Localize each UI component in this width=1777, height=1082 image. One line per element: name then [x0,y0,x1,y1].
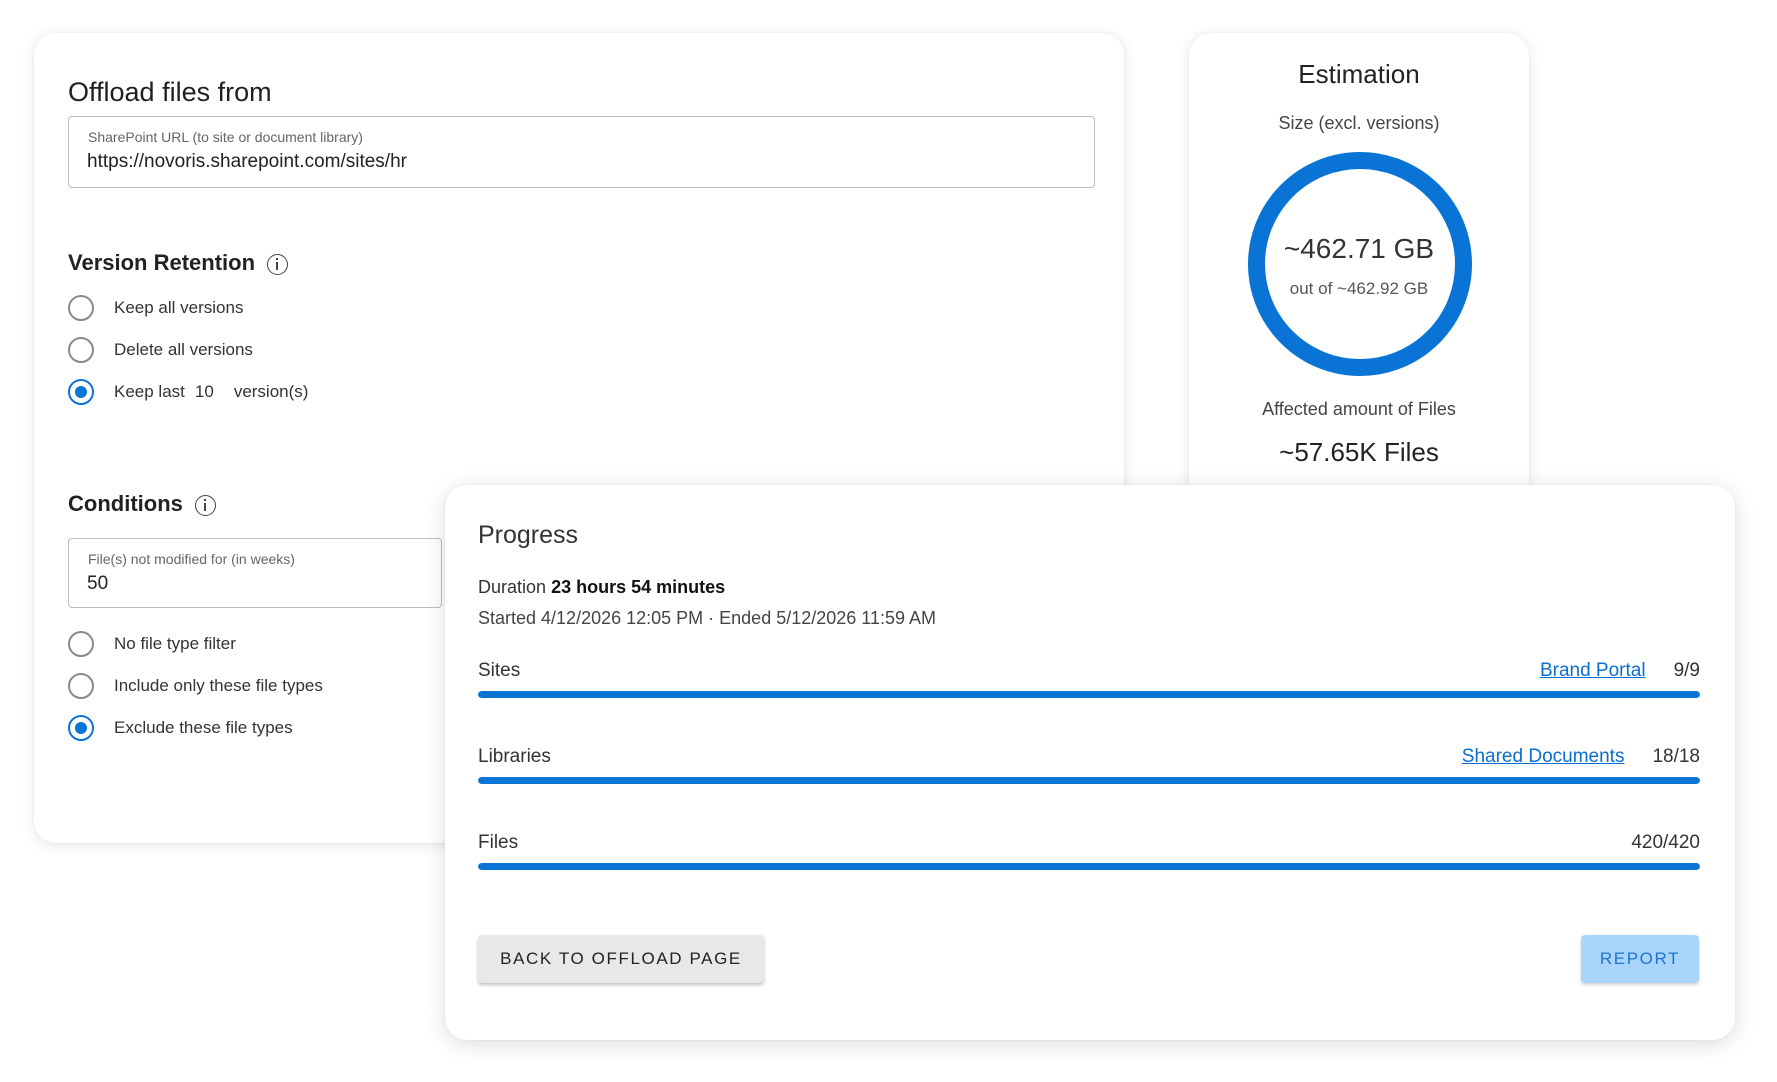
progress-bar-fill [478,777,1700,784]
weeks-not-modified-field[interactable]: File(s) not modified for (in weeks) [68,538,442,608]
report-button[interactable]: REPORT [1581,935,1699,983]
progress-count: 18/18 [1652,746,1700,767]
size-value: ~462.71 GB [1283,233,1435,264]
radio-label-suffix: version(s) [233,382,309,401]
radio-label-prefix: Keep last [114,382,185,401]
stage: Offload files from SharePoint URL (to si… [0,0,1777,1082]
size-label: Size (excl. versions) [1278,113,1440,133]
radio-label: Exclude these file types [114,718,293,737]
offload-title: Offload files from [68,77,272,107]
progress-count: 9/9 [1673,660,1700,681]
estimation-title: Estimation [1298,59,1420,89]
radio-button[interactable] [68,337,94,363]
duration-line: Duration 23 hours 54 minutes [478,577,725,598]
radio-label: Keep all versions [114,298,244,317]
estimation-card: Estimation Size (excl. versions) ~462.71… [1189,33,1529,503]
progress-bar [478,691,1700,698]
radio-keep-last-versions[interactable]: Keep last 10 version(s) [68,379,308,405]
radio-button-selected[interactable] [68,379,94,405]
radio-label: No file type filter [114,634,236,653]
start-end-dates: Started 4/12/2026 12:05 PM · Ended 5/12/… [478,608,936,628]
radio-label: Include only these file types [114,676,323,695]
radio-button[interactable] [68,673,94,699]
progress-bar-fill [478,863,1700,870]
sharepoint-url-input[interactable] [87,151,1010,173]
progress-row-label: Libraries [478,746,551,767]
library-link[interactable]: Shared Documents [1462,746,1625,768]
conditions-title: Conditions [68,491,183,516]
radio-button-selected[interactable] [68,715,94,741]
version-retention-heading: Version Retention [68,250,289,276]
back-to-offload-button[interactable]: BACK TO OFFLOAD PAGE [478,935,764,983]
radio-button[interactable] [68,295,94,321]
radio-include-file-types[interactable]: Include only these file types [68,673,323,699]
radio-label: Delete all versions [114,340,253,359]
radio-button[interactable] [68,631,94,657]
size-total: out of ~462.92 GB [1289,279,1429,298]
progress-bar-fill [478,691,1700,698]
radio-no-file-type-filter[interactable]: No file type filter [68,631,236,657]
radio-keep-all-versions[interactable]: Keep all versions [68,295,243,321]
weeks-input[interactable] [87,573,422,595]
version-retention-title: Version Retention [68,250,256,275]
weeks-label: File(s) not modified for (in weeks) [88,551,295,567]
site-link[interactable]: Brand Portal [1540,660,1646,682]
radio-delete-all-versions[interactable]: Delete all versions [68,337,253,363]
keep-last-count-input[interactable]: 10 [195,382,214,402]
sharepoint-url-field[interactable]: SharePoint URL (to site or document libr… [68,116,1095,188]
info-icon[interactable] [194,494,216,516]
sharepoint-url-label: SharePoint URL (to site or document libr… [88,129,363,145]
progress-count: 420/420 [1631,832,1700,853]
progress-bar [478,863,1700,870]
progress-row-label: Sites [478,660,521,681]
conditions-heading: Conditions [68,491,216,517]
progress-bar [478,777,1700,784]
progress-title: Progress [478,521,579,549]
radio-exclude-file-types[interactable]: Exclude these file types [68,715,293,741]
info-icon[interactable] [267,253,289,275]
affected-files-label: Affected amount of Files [1262,399,1456,419]
progress-card: Progress Duration 23 hours 54 minutes St… [445,485,1735,1040]
duration-label: Duration [478,577,547,597]
progress-row-label: Files [478,832,519,853]
duration-value: 23 hours 54 minutes [551,577,726,597]
affected-files-value: ~57.65K Files [1279,437,1439,467]
